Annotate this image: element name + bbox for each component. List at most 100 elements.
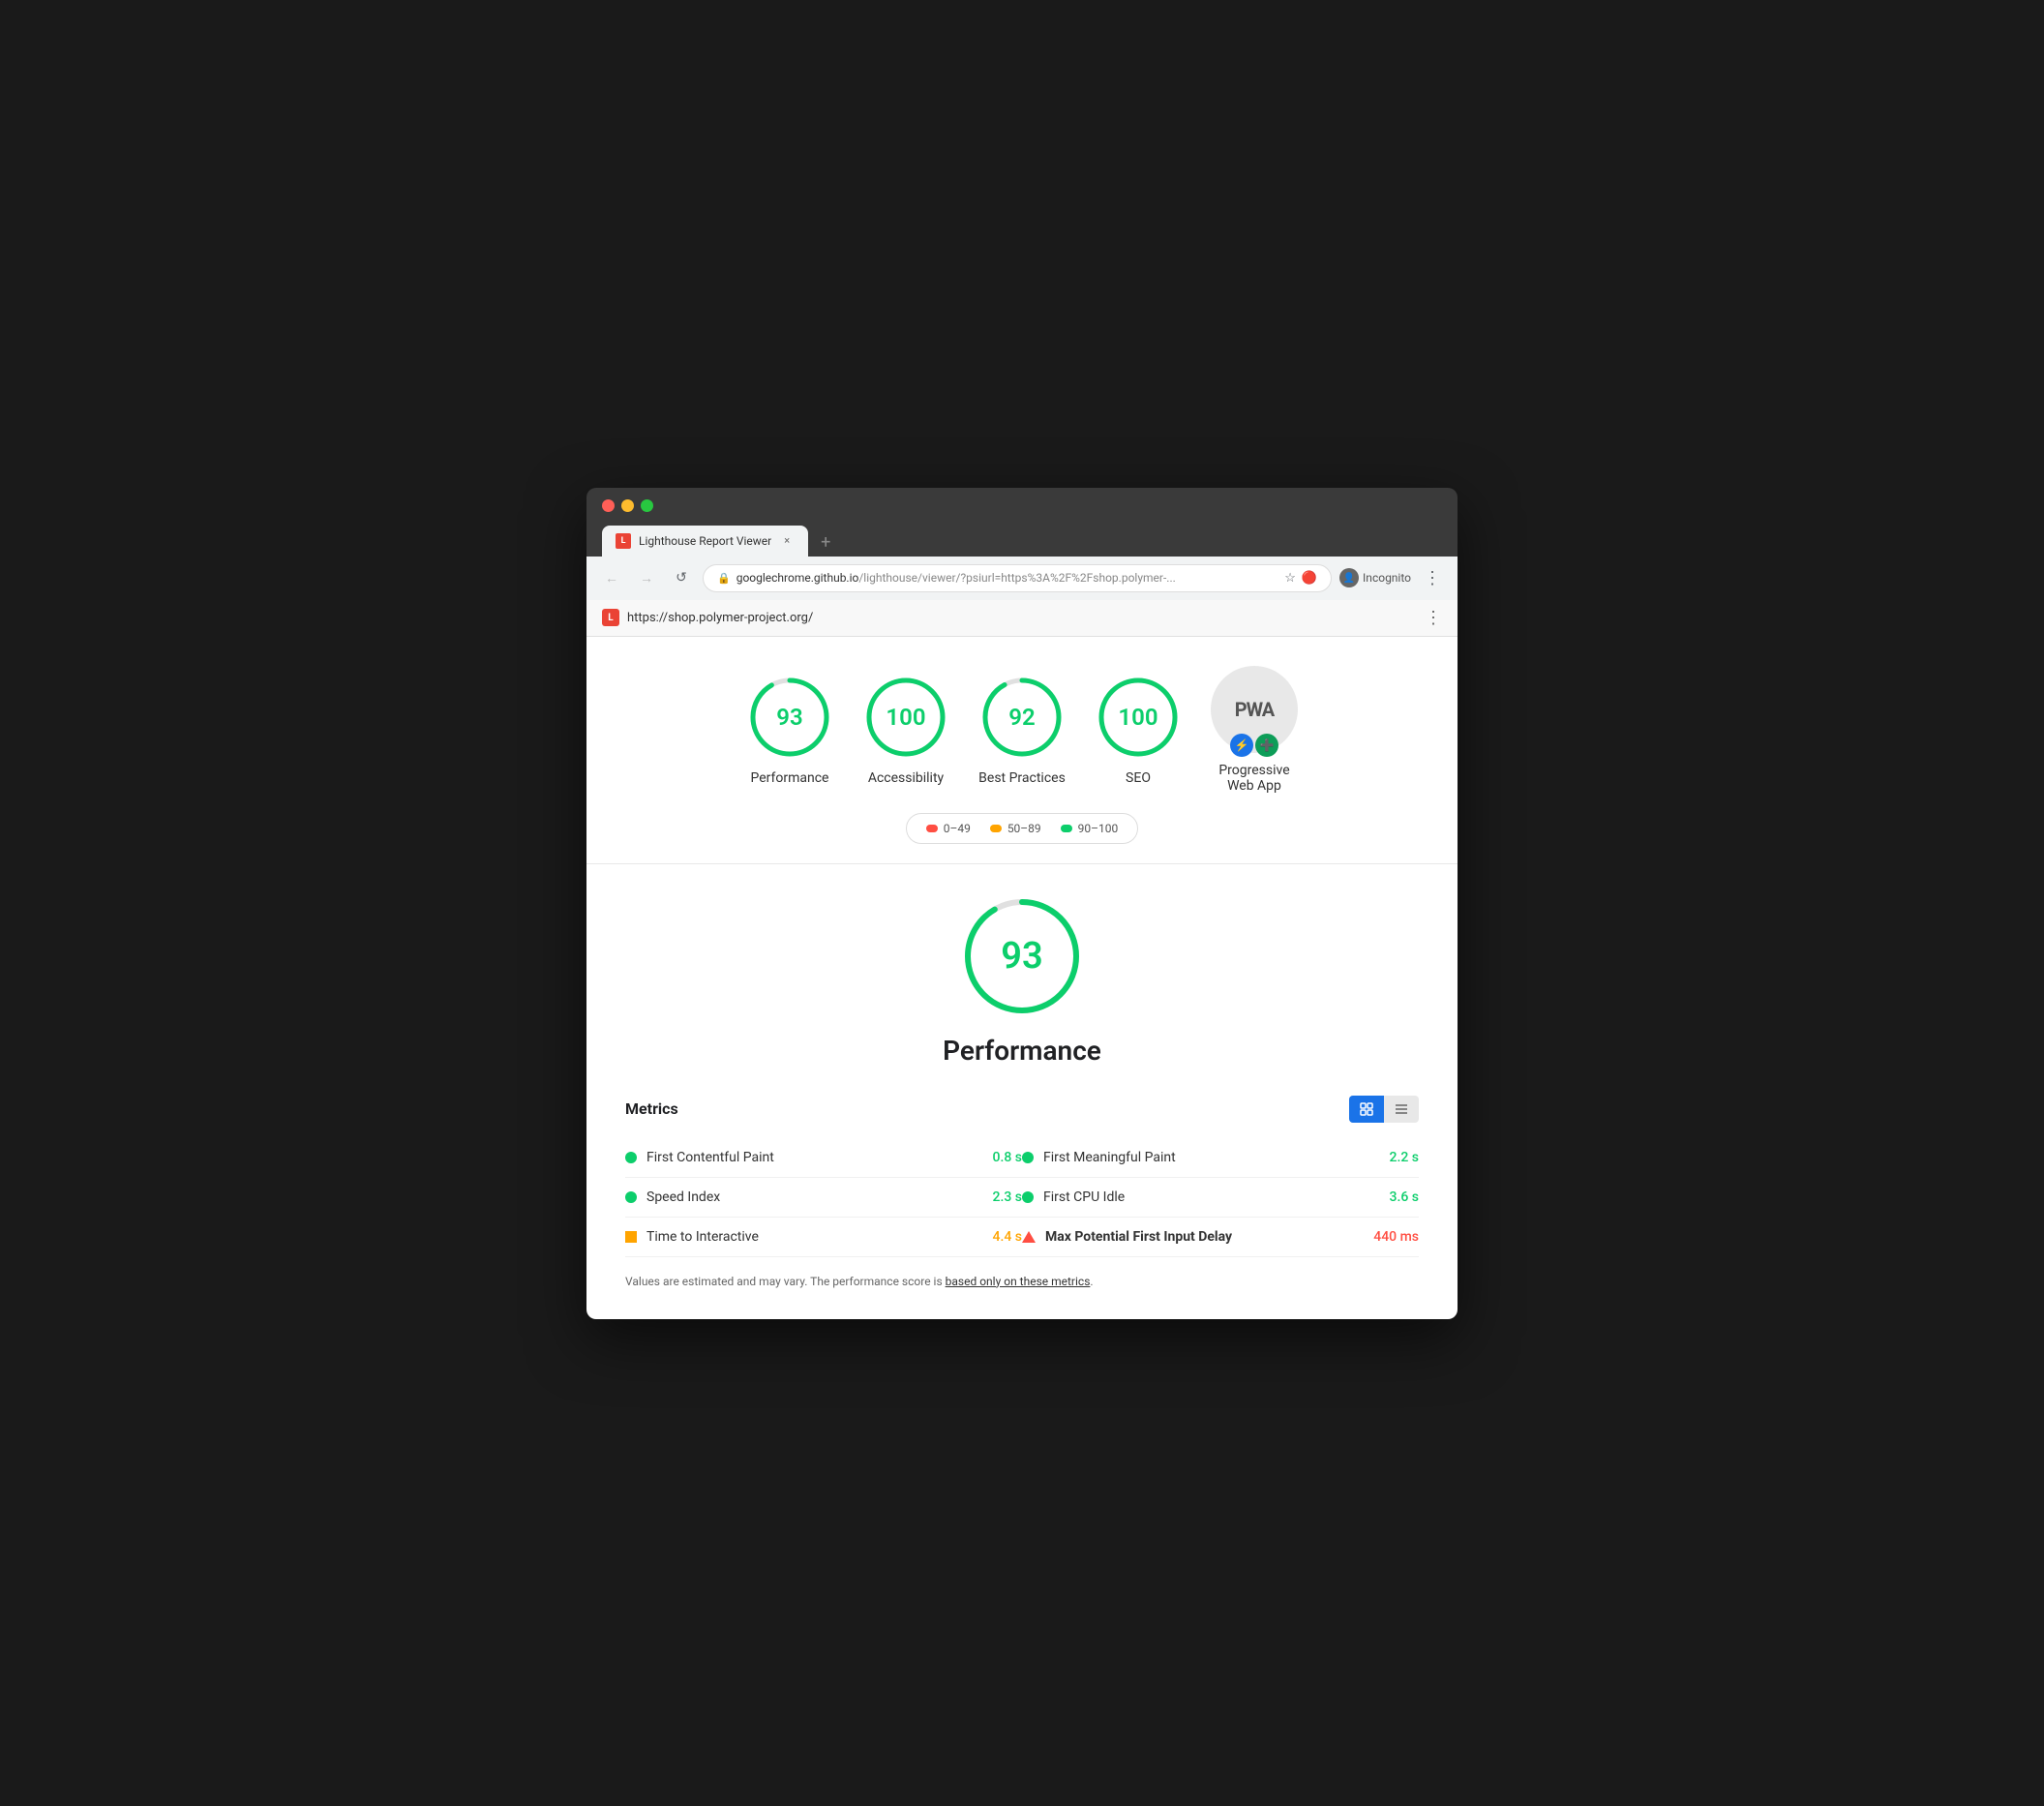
tab-label: Lighthouse Report Viewer xyxy=(639,534,771,548)
infobar-url: L https://shop.polymer-project.org/ xyxy=(602,609,813,626)
infobar-more-button[interactable]: ⋮ xyxy=(1425,608,1442,628)
pwa-text: PWA xyxy=(1235,698,1274,721)
metric-name-si: Speed Index xyxy=(646,1189,983,1205)
metrics-header: Metrics xyxy=(625,1096,1419,1123)
legend-dot-red xyxy=(926,825,938,832)
close-traffic-light[interactable] xyxy=(602,499,615,512)
tab-close-button[interactable]: × xyxy=(779,533,795,549)
legend-label-green: 90–100 xyxy=(1078,822,1119,835)
browser-more-button[interactable]: ⋮ xyxy=(1419,564,1446,591)
forward-button[interactable]: → xyxy=(633,564,660,591)
incognito-icon: 👤 xyxy=(1339,568,1359,587)
view-toggle[interactable] xyxy=(1349,1096,1419,1123)
list-view-button[interactable] xyxy=(1384,1096,1419,1123)
score-circle-large: 93 xyxy=(959,893,1085,1019)
pwa-icons: ⚡ ➕ xyxy=(1230,734,1278,757)
score-label-best-practices: Best Practices xyxy=(978,770,1066,786)
address-bar[interactable]: 🔒 googlechrome.github.io/lighthouse/view… xyxy=(703,564,1332,592)
perf-title: Performance xyxy=(943,1035,1101,1067)
metric-name-fci: First CPU Idle xyxy=(1043,1189,1380,1205)
back-button[interactable]: ← xyxy=(598,564,625,591)
score-label-pwa: ProgressiveWeb App xyxy=(1218,763,1289,794)
score-legend: 0–49 50–89 90–100 xyxy=(906,813,1139,844)
new-tab-button[interactable]: + xyxy=(812,529,839,557)
score-pwa: PWA ⚡ ➕ ProgressiveWeb App xyxy=(1211,666,1298,794)
score-performance: 93 Performance xyxy=(746,674,833,786)
minimize-traffic-light[interactable] xyxy=(621,499,634,512)
legend-dot-green xyxy=(1061,825,1072,832)
legend-dot-orange xyxy=(990,825,1002,832)
metric-name-fmp: First Meaningful Paint xyxy=(1043,1150,1380,1165)
tab-favicon-letter: L xyxy=(621,536,626,546)
score-accessibility: 100 Accessibility xyxy=(862,674,949,786)
browser-content: 93 Performance 100 Accessibility xyxy=(586,637,1458,1319)
pwa-circle: PWA ⚡ ➕ xyxy=(1211,666,1298,753)
scores-row: 93 Performance 100 Accessibility xyxy=(746,666,1298,794)
score-number-seo: 100 xyxy=(1118,704,1157,731)
score-number-performance: 93 xyxy=(776,704,802,731)
score-best-practices: 92 Best Practices xyxy=(978,674,1066,786)
metric-square-tti xyxy=(625,1231,637,1243)
address-origin: googlechrome.github.io xyxy=(736,571,859,585)
metrics-note: Values are estimated and may vary. The p… xyxy=(625,1273,1419,1290)
metric-triangle-fid xyxy=(1022,1231,1036,1243)
address-text: googlechrome.github.io/lighthouse/viewer… xyxy=(736,571,1279,585)
grid-view-button[interactable] xyxy=(1349,1096,1384,1123)
pwa-icon-plus: ➕ xyxy=(1255,734,1278,757)
score-number-accessibility: 100 xyxy=(886,704,925,731)
metric-speed-index: Speed Index 2.3 s xyxy=(625,1178,1022,1218)
score-label-accessibility: Accessibility xyxy=(868,770,944,786)
metrics-note-link[interactable]: based only on these metrics xyxy=(946,1275,1091,1288)
metrics-section: Metrics xyxy=(625,1096,1419,1290)
score-seo: 100 SEO xyxy=(1095,674,1182,786)
pwa-icon-bolt: ⚡ xyxy=(1230,734,1253,757)
infobar-url-text: https://shop.polymer-project.org/ xyxy=(627,611,813,625)
metric-name-tti: Time to Interactive xyxy=(646,1229,983,1245)
browser-tabs: L Lighthouse Report Viewer × + xyxy=(602,526,1442,557)
metric-value-fcp: 0.8 s xyxy=(993,1150,1023,1165)
browser-window: L Lighthouse Report Viewer × + ← → ↺ 🔒 g… xyxy=(586,488,1458,1319)
lock-icon: 🔒 xyxy=(717,572,731,585)
metric-name-fcp: First Contentful Paint xyxy=(646,1150,983,1165)
incognito-badge: 👤 Incognito xyxy=(1339,568,1411,587)
score-circle-best-practices: 92 xyxy=(978,674,1066,761)
legend-item-red: 0–49 xyxy=(926,822,971,835)
metric-value-tti: 4.4 s xyxy=(993,1229,1023,1245)
metric-value-fci: 3.6 s xyxy=(1390,1189,1420,1205)
metric-value-fmp: 2.2 s xyxy=(1390,1150,1420,1165)
tab-favicon: L xyxy=(616,533,631,549)
metrics-note-end: . xyxy=(1090,1275,1093,1288)
metric-time-to-interactive: Time to Interactive 4.4 s xyxy=(625,1218,1022,1257)
metric-dot-fmp xyxy=(1022,1152,1034,1163)
address-icons: ☆ 🔴 xyxy=(1284,571,1317,586)
metric-max-potential-fid: Max Potential First Input Delay 440 ms xyxy=(1022,1218,1419,1257)
legend-item-green: 90–100 xyxy=(1061,822,1119,835)
scores-section: 93 Performance 100 Accessibility xyxy=(586,637,1458,864)
metrics-note-text: Values are estimated and may vary. The p… xyxy=(625,1275,946,1288)
legend-item-orange: 50–89 xyxy=(990,822,1041,835)
legend-label-red: 0–49 xyxy=(944,822,971,835)
maximize-traffic-light[interactable] xyxy=(641,499,653,512)
metrics-grid: First Contentful Paint 0.8 s First Meani… xyxy=(625,1138,1419,1257)
infobar-favicon: L xyxy=(602,609,619,626)
active-tab[interactable]: L Lighthouse Report Viewer × xyxy=(602,526,808,557)
incognito-label: Incognito xyxy=(1363,571,1411,585)
refresh-button[interactable]: ↺ xyxy=(668,564,695,591)
score-circle-performance: 93 xyxy=(746,674,833,761)
star-icon[interactable]: ☆ xyxy=(1284,571,1296,586)
metric-dot-fcp xyxy=(625,1152,637,1163)
metric-first-contentful-paint: First Contentful Paint 0.8 s xyxy=(625,1138,1022,1178)
browser-toolbar: ← → ↺ 🔒 googlechrome.github.io/lighthous… xyxy=(586,557,1458,600)
metric-name-fid: Max Potential First Input Delay xyxy=(1045,1229,1364,1245)
metric-dot-fci xyxy=(1022,1191,1034,1203)
metric-first-meaningful-paint: First Meaningful Paint 2.2 s xyxy=(1022,1138,1419,1178)
browser-titlebar: L Lighthouse Report Viewer × + xyxy=(586,488,1458,557)
score-number-large: 93 xyxy=(1001,935,1042,978)
score-number-best-practices: 92 xyxy=(1008,704,1035,731)
extension-icon[interactable]: 🔴 xyxy=(1302,571,1317,586)
score-label-performance: Performance xyxy=(751,770,829,786)
address-path: /lighthouse/viewer/?psiurl=https%3A%2F%2… xyxy=(858,571,1175,585)
perf-score-large: 93 Performance xyxy=(625,893,1419,1067)
performance-detail-section: 93 Performance Metrics xyxy=(586,864,1458,1319)
score-label-seo: SEO xyxy=(1126,770,1151,786)
